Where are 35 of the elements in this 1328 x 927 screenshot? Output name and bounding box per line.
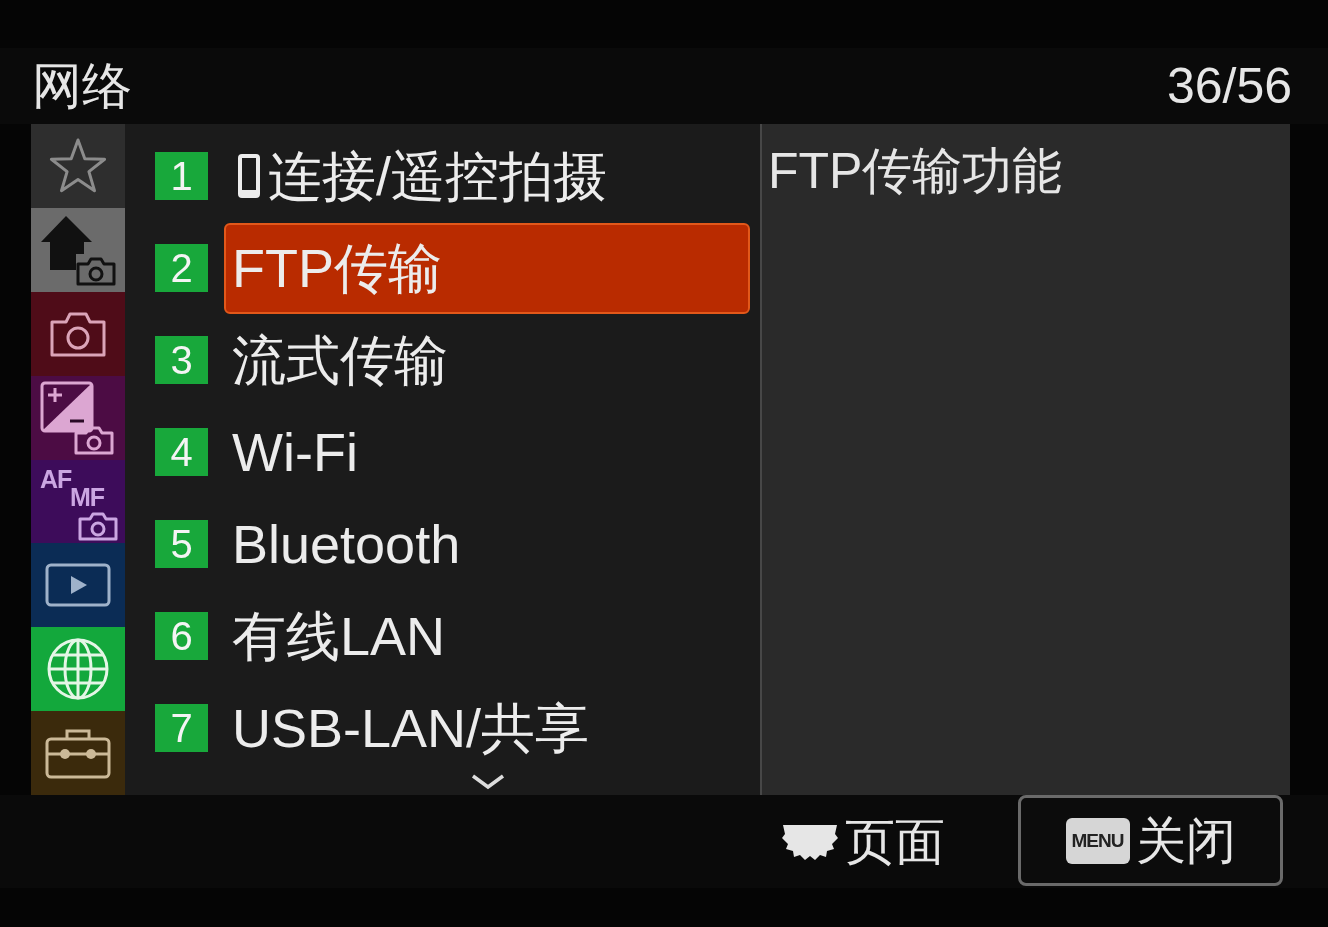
phone-icon	[238, 154, 260, 198]
menu-title: 网络	[32, 61, 132, 111]
category-tab[interactable]	[31, 375, 125, 460]
menu-item[interactable]: 流式传输	[224, 314, 750, 406]
page-hint-label: 页面	[845, 816, 945, 867]
number-badge: 5	[155, 520, 208, 568]
menu-item[interactable]: Bluetooth	[224, 498, 750, 590]
menu-item[interactable]: 连接/遥控拍摄	[224, 130, 750, 222]
play-screen-icon	[45, 563, 111, 608]
menu-item[interactable]: Wi-Fi	[224, 406, 750, 498]
category-tab[interactable]	[31, 291, 125, 376]
number-badge: 6	[155, 612, 208, 660]
category-tab[interactable]	[31, 207, 125, 292]
close-button[interactable]: MENU 关闭	[1018, 795, 1283, 886]
item-description: FTP传输功能	[768, 146, 1064, 196]
globe-icon	[47, 638, 109, 701]
exposure-camera-icon	[40, 380, 116, 455]
number-badge: 1	[155, 152, 208, 200]
number-badge: 7	[155, 704, 208, 752]
menu-key: MENU	[1065, 817, 1130, 864]
toolbox-icon	[45, 727, 111, 780]
category-tab[interactable]: AF MF	[31, 459, 125, 544]
category-tab[interactable]	[31, 124, 125, 208]
menu-item[interactable]: FTP传输	[224, 222, 750, 314]
star-icon	[48, 136, 108, 195]
menu-item[interactable]: USB-LAN/共享	[224, 682, 750, 774]
number-badge: 4	[155, 428, 208, 476]
page-counter: 36/56	[1166, 61, 1292, 111]
category-tab[interactable]	[31, 711, 125, 795]
camera-icon	[78, 511, 118, 542]
number-badge: 3	[155, 336, 208, 384]
menu-item[interactable]: 有线LAN	[224, 590, 750, 682]
house-camera-icon	[40, 213, 116, 286]
category-tab[interactable]	[31, 543, 125, 628]
number-badge: 2	[155, 244, 208, 292]
